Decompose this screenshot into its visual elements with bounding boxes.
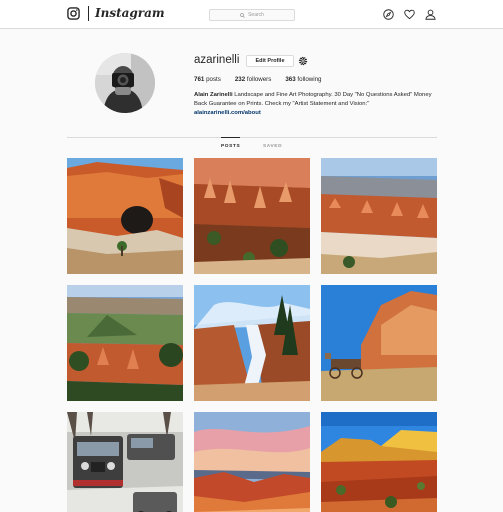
posts-count: 761 <box>194 76 205 83</box>
instagram-wordmark[interactable]: Instagram <box>95 6 165 20</box>
post-image-hoodoo-canyon <box>194 158 310 274</box>
followers-stat[interactable]: 232 followers <box>235 76 271 83</box>
instagram-logo-icon[interactable] <box>67 7 80 20</box>
post-thumbnail[interactable] <box>67 285 183 401</box>
post-image-desert-mesa <box>321 412 437 512</box>
search-input[interactable]: Search <box>209 9 295 21</box>
post-image-canyon-overlook <box>67 285 183 401</box>
profile-bio: Alain Zarinelli Landscape and Fine Art P… <box>194 91 439 108</box>
avatar-photo <box>95 53 155 113</box>
post-thumbnail[interactable] <box>321 412 437 512</box>
post-thumbnail[interactable] <box>321 158 437 274</box>
post-thumbnail[interactable] <box>194 412 310 512</box>
post-image-sunset-red-hills <box>194 412 310 512</box>
edit-profile-button[interactable]: Edit Profile <box>246 55 294 67</box>
post-thumbnail[interactable] <box>194 158 310 274</box>
tabs-divider <box>67 137 437 138</box>
post-image-canyon-vista <box>321 158 437 274</box>
posts-stat: 761 posts <box>194 76 221 83</box>
tab-saved[interactable]: SAVED <box>263 144 282 149</box>
post-thumbnail[interactable] <box>194 285 310 401</box>
posts-label: posts <box>206 76 221 83</box>
post-image-red-arch <box>67 158 183 274</box>
followers-label: followers <box>246 76 272 83</box>
profile-stats: 761 posts 232 followers 363 following <box>194 76 321 83</box>
post-image-jeeps-in-snow <box>67 412 183 512</box>
tab-posts[interactable]: POSTS <box>221 144 240 149</box>
bio-full-name: Alain Zarinelli <box>194 92 233 98</box>
followers-count: 232 <box>234 76 246 83</box>
post-thumbnail[interactable] <box>321 285 437 401</box>
gear-icon[interactable] <box>298 56 308 66</box>
person-icon[interactable] <box>425 9 436 20</box>
profile-username: azarinelli <box>194 54 240 66</box>
post-thumbnail[interactable] <box>67 412 183 512</box>
following-stat[interactable]: 363 following <box>285 76 321 83</box>
following-count: 363 <box>285 76 296 83</box>
following-label: following <box>297 76 322 83</box>
top-navigation-bar: Instagram Search <box>0 0 503 29</box>
active-tab-indicator <box>221 137 240 138</box>
header-divider <box>88 6 89 21</box>
search-icon <box>240 12 245 18</box>
post-image-frozen-waterfall <box>194 285 310 401</box>
compass-icon[interactable] <box>383 9 394 20</box>
search-placeholder: Search <box>248 12 264 18</box>
post-thumbnail[interactable] <box>67 158 183 274</box>
heart-icon[interactable] <box>404 9 415 20</box>
profile-avatar[interactable] <box>95 53 155 113</box>
post-image-wagon-red-cliffs <box>321 285 437 401</box>
bio-link[interactable]: alainzarinelli.com/about <box>194 110 261 116</box>
